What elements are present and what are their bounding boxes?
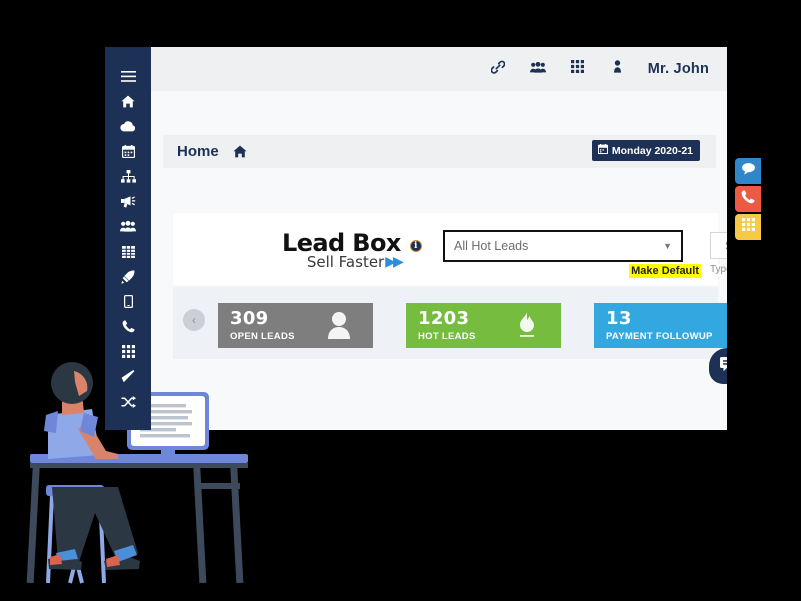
topbar-link-button[interactable] (478, 47, 518, 91)
stat-card-label: HOT LEADS (418, 331, 476, 342)
keypad-icon (741, 218, 755, 236)
stat-card-hot-leads[interactable]: 1203 HOT LEADS (406, 303, 561, 348)
page-title: Home (177, 143, 219, 160)
topbar: Mr. John (151, 47, 727, 91)
sidebar (105, 47, 151, 430)
stat-card-payment-followup[interactable]: 13 PAYMENT FOLLOWUP (594, 303, 727, 348)
stat-cards-carousel: ‹ 309 OPEN LEADS 1203 HOT LEADS 13 PAYME… (173, 287, 727, 359)
cloud-icon (120, 121, 136, 132)
fab-dialer-button[interactable] (735, 214, 761, 240)
sidebar-item-megaphone[interactable] (105, 189, 151, 214)
lead-filter-select-wrap: All Hot Leads ▼ Make Default (443, 230, 701, 278)
stat-card-value: 1203 (418, 308, 470, 329)
grid-icon (571, 60, 585, 78)
sidebar-item-users[interactable] (105, 214, 151, 239)
calendar-icon (597, 144, 609, 157)
stat-card-value: 309 (230, 308, 269, 329)
sidebar-item-keypad[interactable] (105, 339, 151, 364)
phone-icon (122, 320, 135, 333)
date-badge-label: Monday 2020-21 (611, 144, 693, 157)
make-default-button[interactable]: Make Default (629, 264, 701, 278)
sidebar-item-rocket[interactable] (105, 264, 151, 289)
leadbox-logo: Lead Box Sell Faster ▶▶ i (282, 231, 422, 270)
search-wrap: Search.... Type Min 3 letters (710, 232, 727, 275)
sidebar-item-grid[interactable] (105, 239, 151, 264)
users-icon (529, 60, 546, 78)
chevron-down-icon: ▼ (663, 241, 672, 251)
shuffle-icon (121, 395, 136, 408)
chat-icon (741, 162, 756, 180)
phone-icon (741, 189, 755, 209)
screenshot-stage: Mr. John Home Monday 2020-21 Lead Box Se… (0, 0, 801, 601)
megaphone-icon (120, 195, 136, 208)
topbar-team-button[interactable] (518, 47, 558, 91)
stat-card-open-leads[interactable]: 309 OPEN LEADS (218, 303, 373, 348)
hamburger-menu-icon (120, 71, 136, 82)
search-hint-label: Type Min 3 letters (710, 264, 727, 275)
topbar-profile-button[interactable] (598, 47, 638, 91)
sidebar-item-cloud[interactable] (105, 114, 151, 139)
user-name-label: Mr. John (647, 61, 709, 77)
sidebar-item-phone[interactable] (105, 314, 151, 339)
stat-card-value: 13 (606, 308, 632, 329)
mobile-icon (123, 295, 133, 308)
tag-icon (121, 370, 135, 383)
stat-card-label: PAYMENT FOLLOWUP (606, 331, 713, 342)
sidebar-item-sitemap[interactable] (105, 164, 151, 189)
double-arrow-icon: ▶▶ (385, 254, 403, 270)
date-badge[interactable]: Monday 2020-21 (591, 140, 700, 161)
sidebar-item-calendar[interactable] (105, 139, 151, 164)
rocket-icon (121, 270, 135, 284)
sidebar-item-home[interactable] (105, 89, 151, 114)
logo-tagline: Sell Faster (306, 253, 385, 271)
lead-filter-value: All Hot Leads (454, 239, 529, 253)
sidebar-item-mobile[interactable] (105, 289, 151, 314)
sidebar-item-hamburger-menu[interactable] (105, 64, 151, 89)
logo-title: Lead Box (282, 229, 401, 257)
calendar-icon (121, 145, 135, 158)
breadcrumb: Home Monday 2020-21 (163, 135, 716, 168)
fab-call-button[interactable] (735, 186, 761, 212)
sitemap-icon (120, 170, 136, 183)
info-icon[interactable]: i (409, 240, 422, 252)
floating-action-column (735, 158, 761, 240)
users-icon (120, 221, 136, 232)
search-input[interactable]: Search.... (710, 232, 727, 259)
user-icon (327, 311, 351, 344)
user-icon (613, 60, 622, 78)
sidebar-item-tag[interactable] (105, 364, 151, 389)
home-icon[interactable] (233, 145, 247, 158)
carousel-prev-button[interactable]: ‹ (183, 309, 205, 331)
flame-icon (515, 311, 539, 344)
keypad-icon (121, 345, 135, 358)
link-icon (490, 60, 506, 79)
grid-icon (121, 245, 135, 258)
sidebar-item-shuffle[interactable] (105, 389, 151, 414)
topbar-apps-button[interactable] (558, 47, 598, 91)
home-icon (121, 95, 135, 108)
stat-card-label: OPEN LEADS (230, 331, 295, 342)
fab-chat-button[interactable] (735, 158, 761, 184)
lead-filter-select[interactable]: All Hot Leads ▼ (443, 230, 683, 262)
chat-bubble-icon (719, 356, 727, 377)
controls-panel: Lead Box Sell Faster ▶▶ i All Hot Leads … (173, 213, 727, 285)
